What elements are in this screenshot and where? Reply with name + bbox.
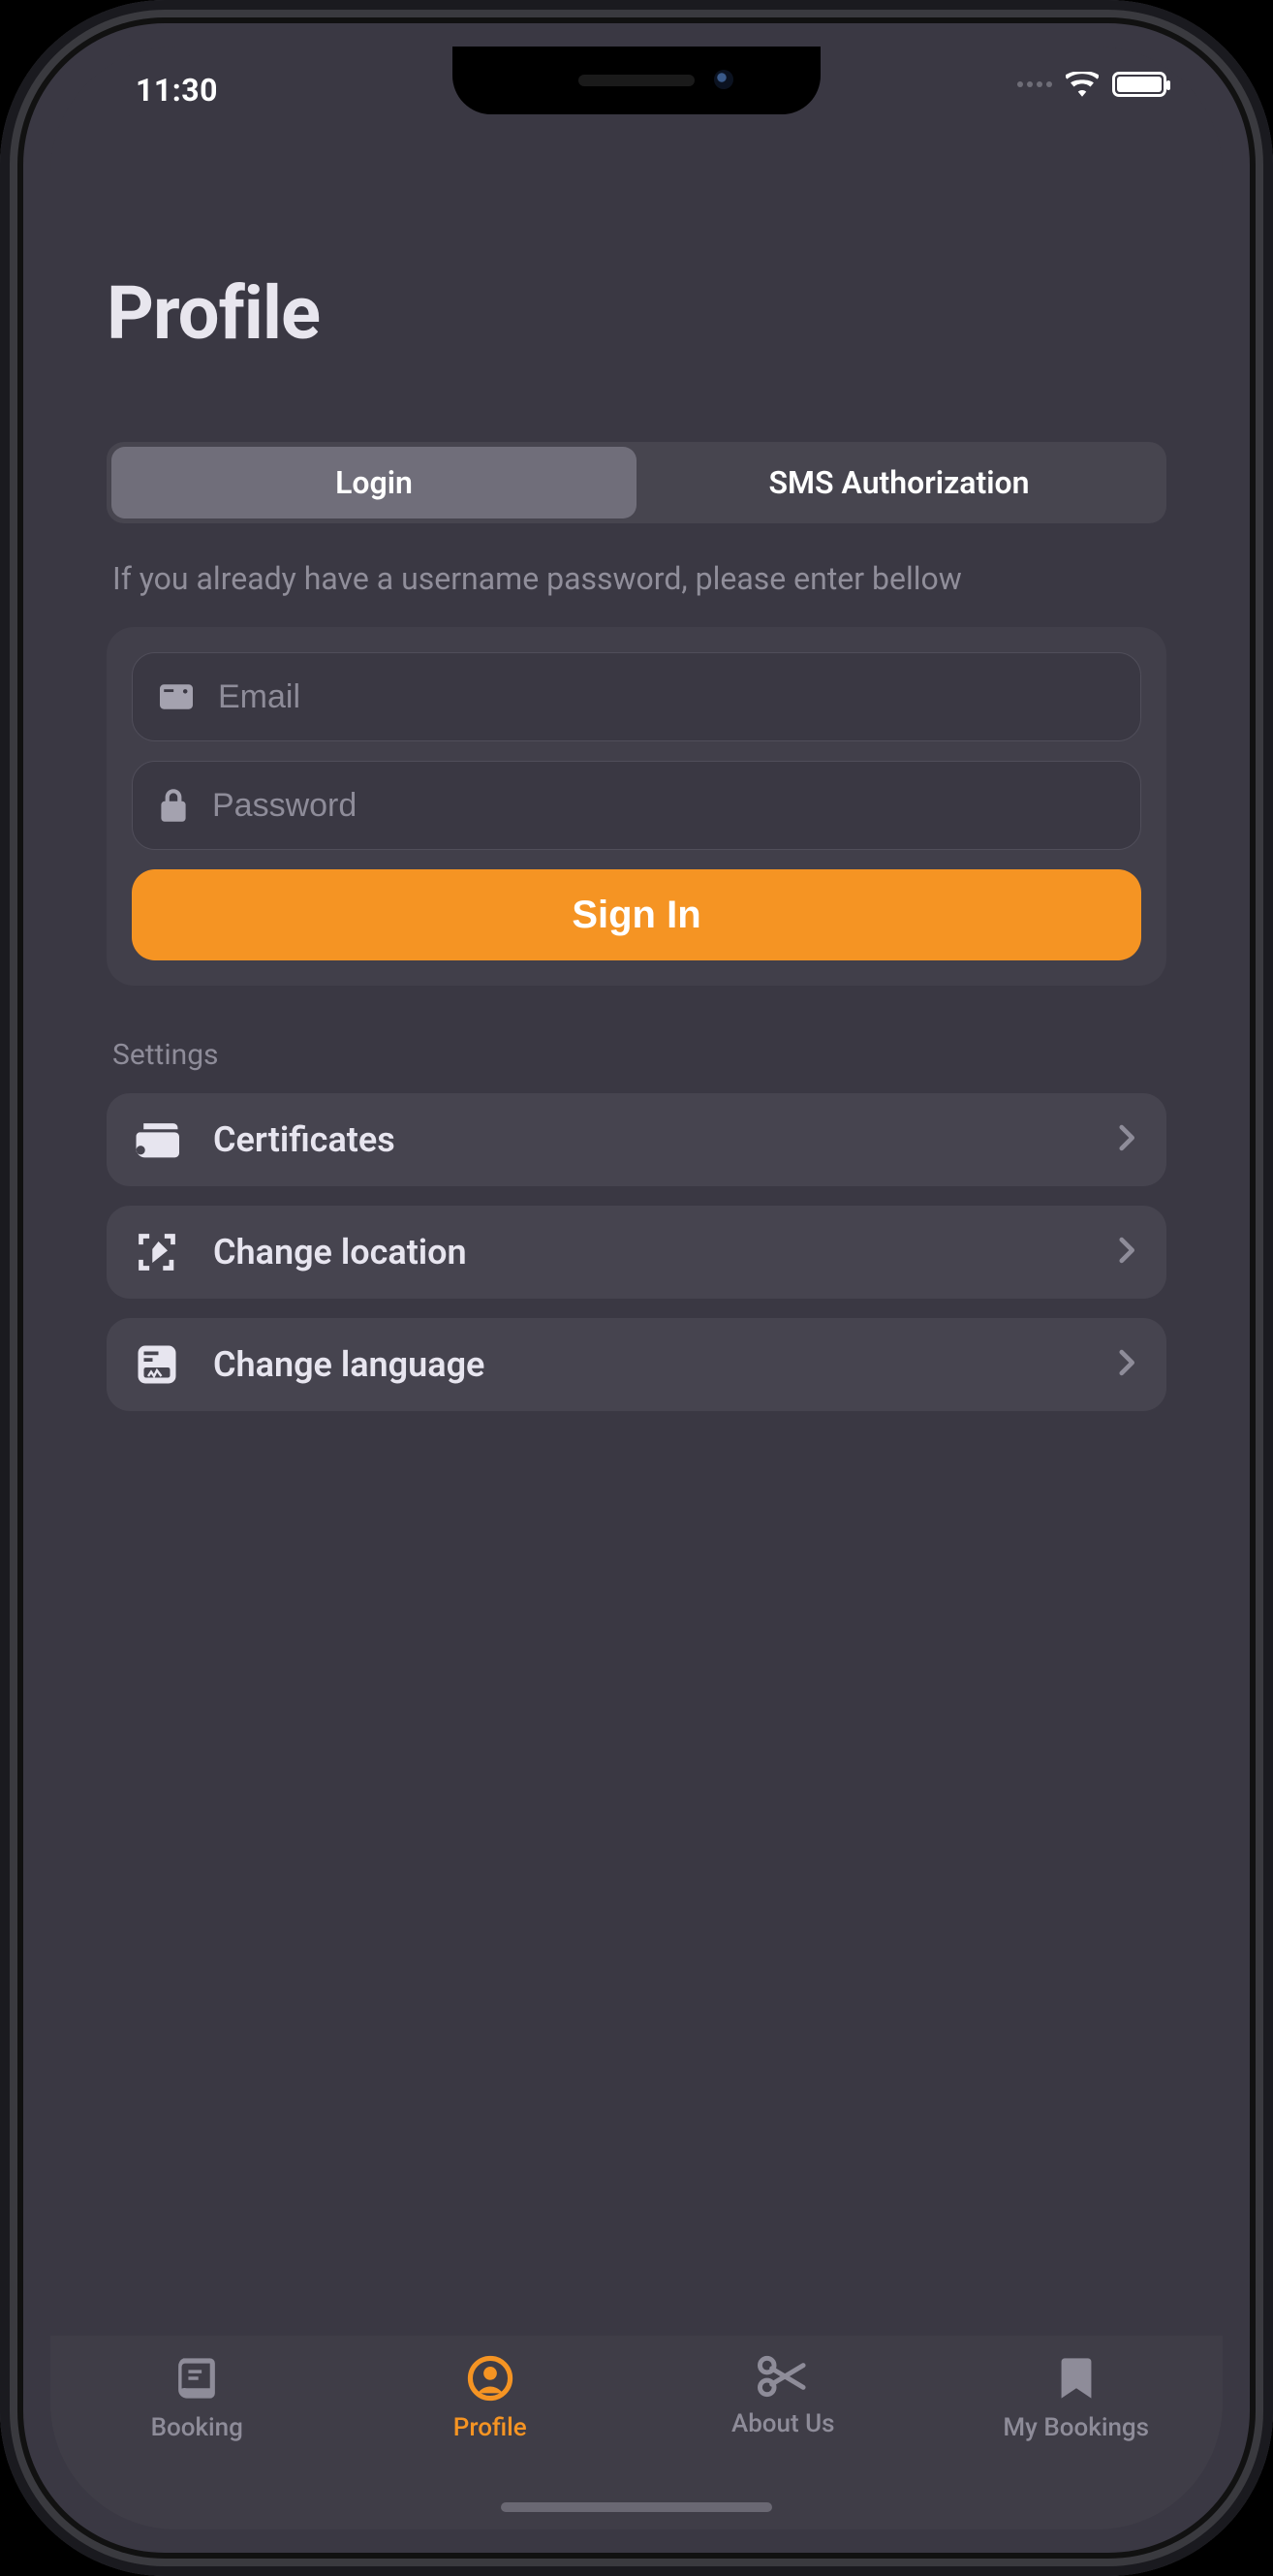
- email-input[interactable]: [218, 678, 1113, 716]
- status-time: 11:30: [99, 72, 218, 109]
- lock-icon: [160, 789, 187, 822]
- battery-icon: [1112, 72, 1166, 97]
- cellular-dots-icon: [1017, 81, 1052, 87]
- nav-item-label: Profile: [453, 2413, 527, 2442]
- chevron-right-icon: [1118, 1237, 1137, 1264]
- phone-frame: 11:30 Profile Login SMS Authorization If…: [0, 0, 1273, 2576]
- email-field-wrapper[interactable]: [132, 652, 1141, 741]
- scissors-icon: [758, 2355, 808, 2398]
- bookmark-icon: [1059, 2355, 1094, 2402]
- nav-item-label: My Bookings: [1003, 2413, 1149, 2442]
- settings-item-change-language[interactable]: Change language: [107, 1318, 1166, 1411]
- login-card: Sign In: [107, 627, 1166, 986]
- screen: 11:30 Profile Login SMS Authorization If…: [50, 47, 1223, 2529]
- sign-in-button[interactable]: Sign In: [132, 869, 1141, 960]
- password-input[interactable]: [212, 787, 1113, 825]
- nav-item-booking[interactable]: Booking: [50, 2355, 344, 2442]
- nav-item-profile[interactable]: Profile: [344, 2355, 637, 2442]
- id-card-icon: [160, 684, 193, 709]
- home-indicator[interactable]: [501, 2502, 772, 2512]
- chevron-right-icon: [1118, 1124, 1137, 1151]
- location-icon: [136, 1231, 178, 1273]
- password-field-wrapper[interactable]: [132, 761, 1141, 850]
- settings-item-certificates[interactable]: Certificates: [107, 1093, 1166, 1186]
- wallet-icon: [135, 1120, 179, 1159]
- wifi-icon: [1066, 72, 1099, 97]
- settings-heading: Settings: [112, 1038, 1161, 1072]
- language-icon: [137, 1344, 177, 1385]
- nav-item-label: Booking: [151, 2413, 243, 2442]
- tab-sms-authorization[interactable]: SMS Authorization: [636, 447, 1162, 518]
- profile-icon: [467, 2355, 513, 2402]
- tab-login[interactable]: Login: [111, 447, 636, 518]
- settings-item-change-location[interactable]: Change location: [107, 1206, 1166, 1299]
- nav-item-my-bookings[interactable]: My Bookings: [930, 2355, 1224, 2442]
- bottom-nav: Booking Profile About Us My Bookings: [50, 2336, 1223, 2529]
- auth-tabs: Login SMS Authorization: [107, 442, 1166, 523]
- nav-item-about-us[interactable]: About Us: [636, 2355, 930, 2438]
- settings-item-label: Change language: [213, 1344, 1087, 1385]
- chevron-right-icon: [1118, 1349, 1137, 1376]
- book-icon: [173, 2355, 220, 2402]
- page-title: Profile: [107, 269, 1166, 357]
- nav-item-label: About Us: [731, 2409, 835, 2438]
- settings-item-label: Change location: [213, 1232, 1087, 1272]
- login-hint: If you already have a username password,…: [112, 558, 1161, 600]
- device-notch: [452, 47, 821, 114]
- settings-item-label: Certificates: [213, 1119, 1087, 1160]
